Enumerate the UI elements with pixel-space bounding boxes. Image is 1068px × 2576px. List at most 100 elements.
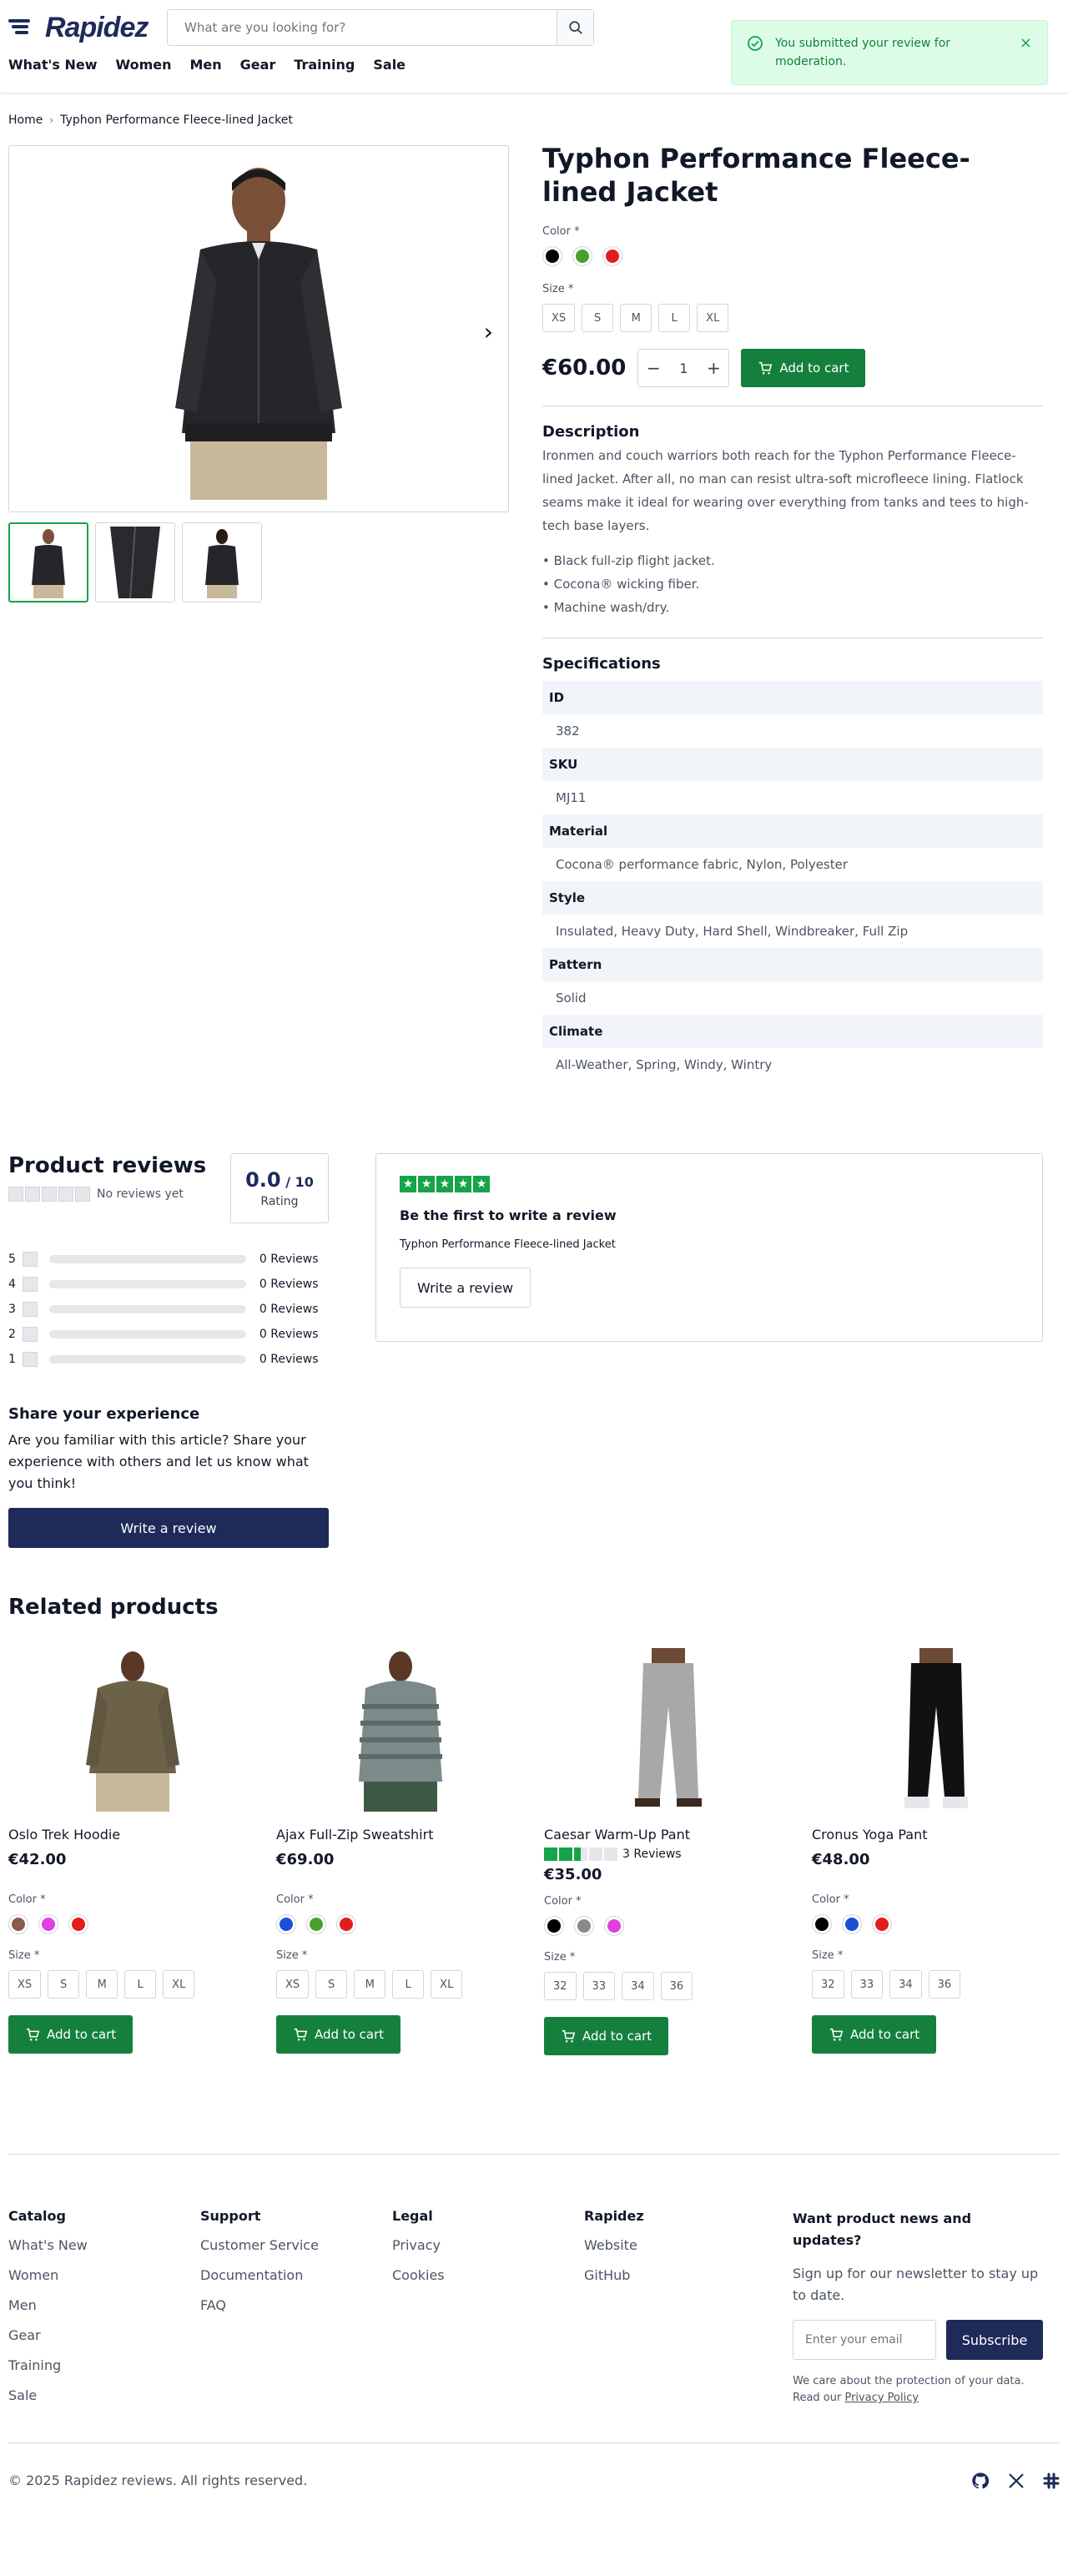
color-swatch-gray[interactable] — [574, 1916, 594, 1936]
qty-increase-button[interactable]: + — [698, 358, 728, 378]
size-option[interactable]: XS — [276, 1970, 310, 1999]
nav-item-gear[interactable]: Gear — [240, 57, 276, 73]
color-swatch-blue[interactable] — [276, 1914, 296, 1934]
size-option[interactable]: XS — [542, 304, 576, 332]
nav-item-training[interactable]: Training — [294, 57, 355, 73]
footer-link[interactable]: Privacy — [392, 2231, 584, 2261]
qty-value[interactable]: 1 — [668, 360, 698, 376]
write-review-button[interactable]: Write a review — [8, 1508, 329, 1548]
size-option[interactable]: 36 — [928, 1970, 961, 1999]
footer-link[interactable]: Men — [8, 2291, 200, 2321]
color-swatch-black[interactable] — [542, 246, 562, 266]
color-swatch-green[interactable] — [572, 246, 592, 266]
size-option[interactable]: XL — [697, 304, 729, 332]
size-option[interactable]: M — [620, 304, 652, 332]
chevron-right-icon[interactable]: › — [484, 318, 493, 345]
footer-link[interactable]: GitHub — [584, 2261, 776, 2291]
product-name[interactable]: Caesar Warm-Up Pant — [544, 1827, 792, 1843]
size-option[interactable]: L — [658, 304, 691, 332]
search-button[interactable] — [557, 10, 593, 45]
add-to-cart-button[interactable]: Add to cart — [8, 2015, 134, 2054]
product-name[interactable]: Ajax Full-Zip Sweatshirt — [276, 1827, 524, 1843]
product-image[interactable] — [544, 1648, 792, 1812]
footer-link[interactable]: What's New — [8, 2231, 200, 2261]
footer-link[interactable]: Documentation — [200, 2261, 392, 2291]
rating-bar — [48, 1355, 246, 1364]
rating-count: 0 Reviews — [259, 1303, 319, 1316]
add-to-cart-label: Add to cart — [850, 2027, 920, 2042]
size-option[interactable]: XL — [163, 1970, 195, 1999]
thumbnail-1[interactable] — [8, 522, 88, 602]
color-swatch-red[interactable] — [602, 246, 622, 266]
footer-heading: Support — [200, 2208, 261, 2224]
product-name[interactable]: Cronus Yoga Pant — [812, 1827, 1060, 1843]
star-icon — [22, 1252, 38, 1267]
size-option[interactable]: 34 — [622, 1972, 654, 2000]
size-option[interactable]: 34 — [889, 1970, 922, 1999]
color-swatch-brown[interactable] — [8, 1914, 28, 1934]
color-swatch-black[interactable] — [544, 1916, 564, 1936]
footer-link[interactable]: Gear — [8, 2321, 200, 2351]
size-option[interactable]: S — [48, 1970, 80, 1999]
close-icon[interactable]: × — [1020, 34, 1032, 52]
x-icon[interactable] — [1008, 2473, 1025, 2489]
footer-link[interactable]: Customer Service — [200, 2231, 392, 2261]
size-option[interactable]: S — [582, 304, 614, 332]
slack-icon[interactable] — [1043, 2473, 1060, 2489]
size-option[interactable]: 33 — [850, 1970, 884, 1999]
size-option[interactable]: XS — [8, 1970, 42, 1999]
spec-key: Material — [542, 814, 1043, 848]
size-option[interactable]: M — [354, 1970, 386, 1999]
search-input[interactable] — [168, 10, 557, 45]
thumbnail-3[interactable] — [182, 522, 262, 602]
color-swatch-red[interactable] — [872, 1914, 892, 1934]
nav-item-whats-new[interactable]: What's New — [8, 57, 98, 73]
logo[interactable]: Rapidez — [8, 12, 152, 44]
spec-key: ID — [542, 681, 1043, 714]
product-image[interactable] — [8, 1648, 256, 1812]
color-swatch-purple[interactable] — [604, 1916, 624, 1936]
size-option[interactable]: 36 — [660, 1972, 693, 2000]
email-field[interactable] — [793, 2320, 936, 2360]
product-image[interactable] — [812, 1648, 1060, 1812]
footer-link[interactable]: Women — [8, 2261, 200, 2291]
size-option[interactable]: L — [392, 1970, 425, 1999]
privacy-policy-link[interactable]: Privacy Policy — [844, 2392, 919, 2404]
size-option[interactable]: 32 — [544, 1972, 577, 2000]
github-icon[interactable] — [971, 2472, 990, 2490]
size-option[interactable]: L — [124, 1970, 157, 1999]
breadcrumb-home[interactable]: Home — [8, 113, 43, 127]
size-option[interactable]: 33 — [582, 1972, 616, 2000]
color-swatch-red[interactable] — [68, 1914, 88, 1934]
product-main-image[interactable]: › — [8, 145, 509, 512]
footer-link[interactable]: Training — [8, 2351, 200, 2381]
size-option[interactable]: M — [86, 1970, 118, 1999]
add-to-cart-button[interactable]: Add to cart — [812, 2015, 937, 2054]
color-swatch-red[interactable] — [336, 1914, 356, 1934]
product-name[interactable]: Oslo Trek Hoodie — [8, 1827, 256, 1843]
qty-decrease-button[interactable]: − — [638, 358, 668, 378]
add-to-cart-button[interactable]: Add to cart — [741, 349, 866, 387]
color-swatch-blue[interactable] — [842, 1914, 862, 1934]
color-label: Color * — [542, 225, 580, 238]
nav-item-men[interactable]: Men — [189, 57, 221, 73]
subscribe-button[interactable]: Subscribe — [946, 2320, 1043, 2360]
color-swatch-green[interactable] — [306, 1914, 326, 1934]
thumbnail-2[interactable] — [95, 522, 175, 602]
write-review-card-button[interactable]: Write a review — [400, 1268, 531, 1308]
footer-link[interactable]: FAQ — [200, 2291, 392, 2321]
nav-item-sale[interactable]: Sale — [373, 57, 406, 73]
size-option[interactable]: XL — [431, 1970, 463, 1999]
color-swatch-black[interactable] — [812, 1914, 832, 1934]
add-to-cart-button[interactable]: Add to cart — [276, 2015, 401, 2054]
color-swatch-purple[interactable] — [38, 1914, 58, 1934]
size-option[interactable]: S — [315, 1970, 348, 1999]
footer-link[interactable]: Cookies — [392, 2261, 584, 2291]
footer-link[interactable]: Website — [584, 2231, 776, 2261]
footer-link[interactable]: Sale — [8, 2381, 200, 2411]
rating-count[interactable]: 3 Reviews — [622, 1848, 682, 1861]
nav-item-women[interactable]: Women — [116, 57, 172, 73]
product-image[interactable] — [276, 1648, 524, 1812]
size-option[interactable]: 32 — [812, 1970, 844, 1999]
add-to-cart-button[interactable]: Add to cart — [544, 2017, 669, 2055]
